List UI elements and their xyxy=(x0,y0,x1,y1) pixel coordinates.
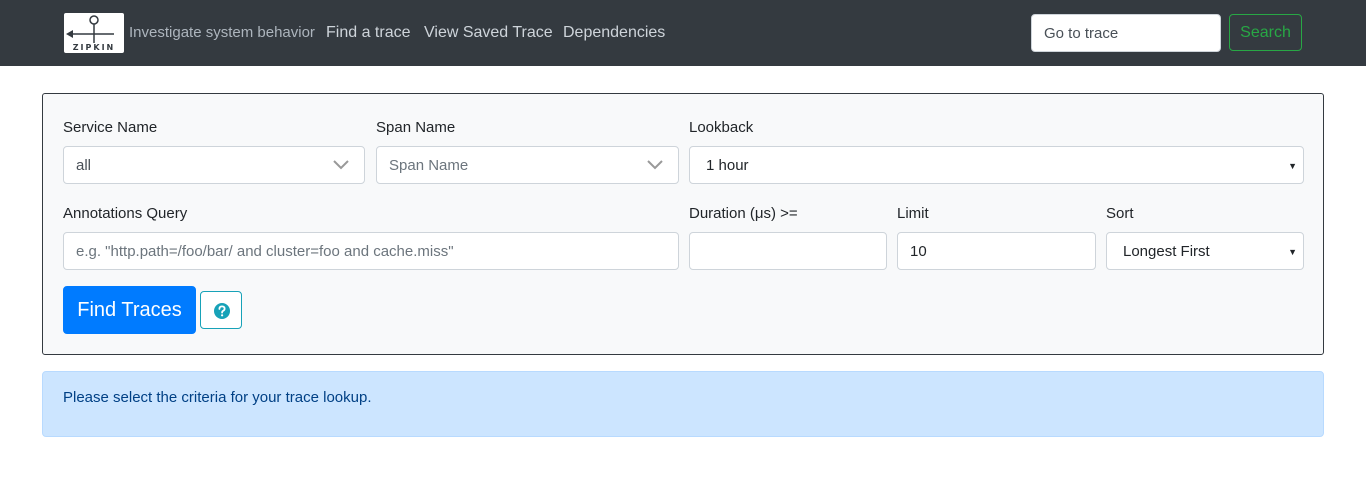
duration-field[interactable] xyxy=(689,232,887,270)
limit-label: Limit xyxy=(897,205,929,222)
question-circle-icon xyxy=(214,303,230,319)
span-name-label: Span Name xyxy=(376,119,456,136)
service-name-label: Service Name xyxy=(63,119,158,136)
top-navbar: ZIPKIN Investigate system behavior Find … xyxy=(0,0,1366,66)
span-name-select[interactable]: Span Name xyxy=(376,146,679,184)
annotations-query-input[interactable] xyxy=(76,242,666,260)
search-form-panel: Service Name all Span Name Span Name Loo… xyxy=(42,93,1324,355)
annotations-query-field[interactable] xyxy=(63,232,679,270)
chevron-down-icon xyxy=(333,160,349,170)
span-name-placeholder: Span Name xyxy=(389,156,469,174)
nav-view-saved-trace[interactable]: View Saved Trace xyxy=(424,24,553,42)
nav-find-a-trace[interactable]: Find a trace xyxy=(326,24,410,42)
service-name-value: all xyxy=(76,156,92,174)
nav-dependencies[interactable]: Dependencies xyxy=(563,24,665,42)
sort-label: Sort xyxy=(1106,205,1134,222)
limit-field[interactable] xyxy=(897,232,1096,270)
caret-down-icon: ▼ xyxy=(1288,247,1297,257)
help-button[interactable] xyxy=(200,291,242,329)
logo-text: ZIPKIN xyxy=(72,43,116,52)
sort-value: Longest First xyxy=(1123,242,1210,260)
zipkin-logo[interactable]: ZIPKIN xyxy=(64,13,124,53)
chevron-down-icon xyxy=(647,160,663,170)
lookback-value: 1 hour xyxy=(706,156,749,174)
sort-select[interactable]: Longest First ▼ xyxy=(1106,232,1304,270)
duration-input[interactable] xyxy=(702,242,874,260)
caret-down-icon: ▼ xyxy=(1288,161,1297,171)
find-traces-button[interactable]: Find Traces xyxy=(63,286,196,334)
limit-input[interactable] xyxy=(910,242,1083,260)
tagline: Investigate system behavior xyxy=(129,24,315,41)
go-to-trace-input[interactable] xyxy=(1031,14,1221,52)
annotations-query-label: Annotations Query xyxy=(63,205,188,222)
lookback-select[interactable]: 1 hour ▼ xyxy=(689,146,1304,184)
duration-label: Duration (μs) >= xyxy=(689,205,798,222)
zipkin-logo-icon xyxy=(66,15,114,43)
alert-message: Please select the criteria for your trac… xyxy=(63,389,372,406)
search-button[interactable]: Search xyxy=(1229,14,1302,51)
info-alert: Please select the criteria for your trac… xyxy=(42,371,1324,437)
lookback-label: Lookback xyxy=(689,119,754,136)
service-name-select[interactable]: all xyxy=(63,146,365,184)
